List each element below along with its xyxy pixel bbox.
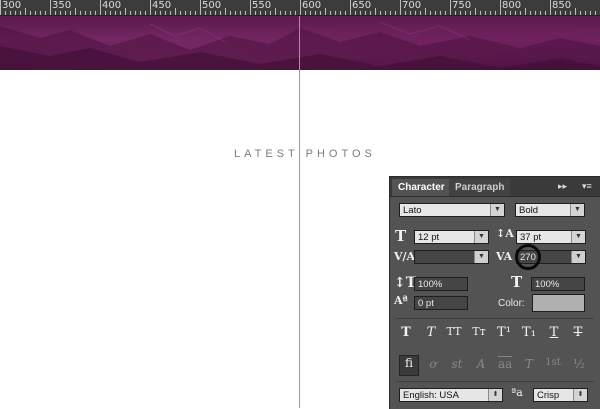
kerning-field[interactable]: ▼ (414, 250, 489, 264)
font-size-icon: T (395, 227, 407, 245)
superscript-button[interactable]: T¹ (496, 325, 512, 340)
font-family-select[interactable]: Lato ▼ (399, 203, 505, 217)
discretionary-ligatures-button[interactable]: st (448, 357, 466, 371)
leading-icon: ↕A (496, 227, 514, 240)
stylistic-alternates-button[interactable]: aa (496, 357, 514, 371)
strikethrough-button[interactable]: T (570, 325, 586, 340)
font-style-value: Bold (519, 205, 539, 216)
ligatures-button[interactable]: ﬁ (399, 355, 419, 376)
ruler-label: 500 (202, 0, 222, 11)
chevron-down-icon: ▼ (570, 204, 584, 216)
ruler-label: 400 (102, 0, 122, 11)
kerning-icon: V/A (394, 250, 416, 263)
character-panel: Character Paragraph ▸▸ ▾≡ Lato ▼ Bold ▼ … (389, 176, 600, 409)
collapse-panel-icon[interactable]: ▸▸ (558, 181, 567, 192)
ruler-label: 700 (402, 0, 422, 11)
antialias-icon: ªa (511, 386, 523, 399)
baseline-shift-value: 0 pt (418, 298, 434, 309)
language-select[interactable]: English: USA ⬍ (399, 388, 503, 402)
faux-bold-button[interactable]: T (398, 325, 414, 340)
banner-photo (0, 16, 600, 70)
ruler-label: 600 (302, 0, 322, 11)
font-style-select[interactable]: Bold ▼ (515, 203, 585, 217)
panel-tab-bar: Character Paragraph ▸▸ ▾≡ (390, 177, 600, 197)
horizontal-scale-field[interactable]: 100% (531, 277, 585, 291)
swash-button[interactable]: A (472, 357, 490, 371)
subscript-button[interactable]: T₁ (521, 325, 537, 340)
vertical-scale-value: 100% (418, 279, 443, 290)
antialias-value: Crisp (537, 390, 560, 401)
chevron-down-icon: ▼ (474, 231, 488, 243)
font-size-value: 12 pt (418, 232, 440, 243)
baseline-shift-field[interactable]: 0 pt (414, 296, 468, 310)
opentype-buttons: ﬁ ơ st A aa T 1st ½ (396, 355, 596, 377)
ruler-label: 550 (252, 0, 272, 11)
tracking-icon: VA (496, 250, 513, 263)
color-swatch[interactable] (532, 294, 585, 312)
chevron-down-icon: ▼ (571, 231, 585, 243)
panel-divider (396, 381, 594, 382)
color-label: Color: (498, 298, 525, 309)
vertical-guide[interactable] (299, 16, 300, 408)
antialias-select[interactable]: Crisp ⬍ (533, 388, 588, 402)
ruler-label: 800 (502, 0, 522, 11)
type-style-buttons: T T TT Tт T¹ T₁ T T (396, 325, 596, 345)
small-caps-button[interactable]: Tт (471, 325, 487, 338)
vertical-scale-field[interactable]: 100% (414, 277, 468, 291)
panel-divider (396, 318, 594, 319)
panel-menu-icon[interactable]: ▾≡ (582, 181, 592, 192)
font-size-field[interactable]: 12 pt ▼ (414, 230, 489, 244)
language-value: English: USA (403, 390, 459, 401)
fractions-button[interactable]: ½ (570, 357, 588, 371)
all-caps-button[interactable]: TT (446, 325, 462, 338)
horizontal-scale-value: 100% (535, 279, 560, 290)
chevron-down-icon: ▼ (474, 251, 488, 263)
titling-alternates-button[interactable]: T (520, 357, 538, 371)
ruler-label: 300 (2, 0, 22, 11)
old-style-button[interactable]: ơ (424, 357, 442, 371)
horizontal-ruler[interactable]: 300 350 400 450 500 550 600 650 700 750 … (0, 0, 600, 16)
leading-value: 37 pt (520, 232, 542, 243)
latest-photos-heading[interactable]: LATEST PHOTOS (234, 148, 376, 160)
mountain-texture (0, 21, 600, 70)
ruler-label: 350 (52, 0, 72, 11)
vertical-scale-icon: ↕T (394, 275, 417, 291)
tab-paragraph[interactable]: Paragraph (449, 179, 511, 196)
tab-character[interactable]: Character (392, 179, 451, 196)
font-family-value: Lato (403, 205, 422, 216)
chevron-down-icon: ▼ (490, 204, 504, 216)
horizontal-scale-icon: T (511, 273, 523, 291)
chevron-down-icon: ▼ (571, 251, 585, 263)
chevron-updown-icon: ⬍ (488, 389, 502, 401)
chevron-updown-icon: ⬍ (573, 389, 587, 401)
faux-italic-button[interactable]: T (423, 325, 439, 340)
ordinals-button[interactable]: 1st (544, 357, 562, 368)
underline-button[interactable]: T (546, 325, 562, 340)
ruler-label: 850 (552, 0, 572, 11)
highlight-circle (515, 244, 541, 270)
ruler-label: 650 (352, 0, 372, 11)
baseline-shift-icon: Aª (394, 294, 408, 307)
leading-field[interactable]: 37 pt ▼ (516, 230, 586, 244)
ruler-label: 450 (152, 0, 172, 11)
ruler-label: 750 (452, 0, 472, 11)
